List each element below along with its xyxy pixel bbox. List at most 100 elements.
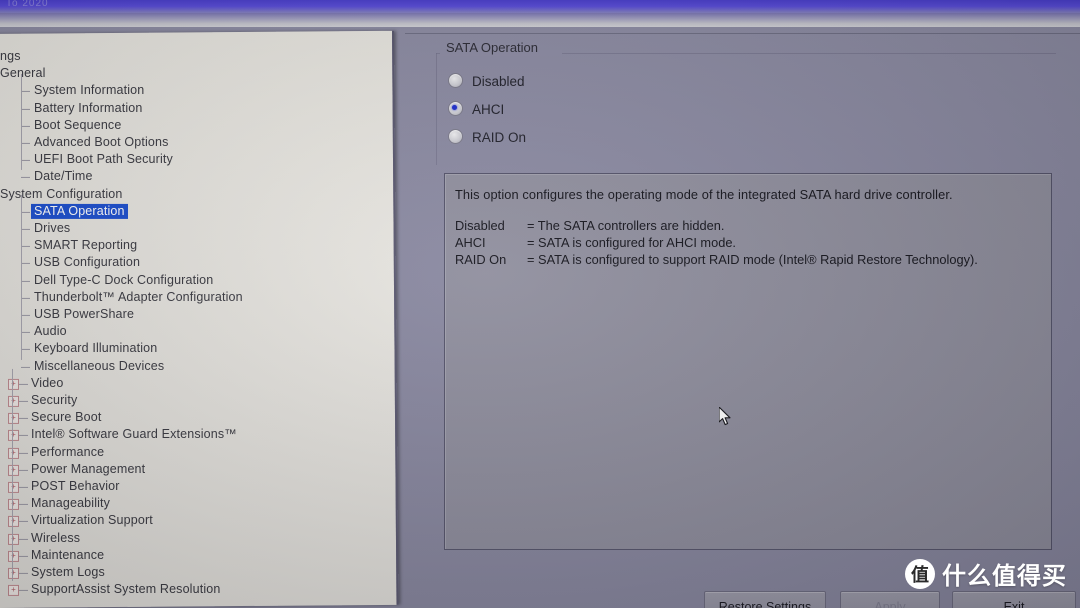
description-row: RAID On = SATA is configured to support R…: [455, 251, 1041, 268]
tree-vertical-line: [11, 368, 13, 582]
tree-item-label: Miscellaneous Devices: [33, 358, 165, 373]
tree-item-sata-operation[interactable]: SATA Operation: [0, 203, 128, 220]
radio-option-disabled[interactable]: Disabled: [448, 72, 525, 92]
tree-item-general[interactable]: General: [0, 65, 46, 82]
expand-plus-icon[interactable]: +: [7, 533, 19, 545]
expand-plus-icon[interactable]: +: [7, 481, 19, 493]
tree-item-miscellaneous-devices[interactable]: Miscellaneous Devices: [0, 358, 164, 375]
tree-connector-line: [20, 280, 30, 282]
tree-connector-line: [18, 469, 28, 471]
radio-button-icon[interactable]: [448, 101, 463, 116]
description-row-value: = SATA is configured for AHCI mode.: [527, 235, 736, 250]
top-header-strip: To 2020: [0, 0, 1080, 14]
tree-item-label: System Information: [33, 83, 145, 98]
tree-item-label: Maintenance: [30, 547, 105, 562]
tree-item-maintenance[interactable]: + Maintenance: [0, 547, 104, 564]
tree-item-label: ngs: [0, 48, 21, 63]
tree-item-boot-sequence[interactable]: Boot Sequence: [0, 117, 121, 134]
expand-plus-icon[interactable]: +: [7, 395, 19, 407]
tree-connector-line: [18, 538, 28, 540]
watermark-badge-icon: 值: [905, 558, 935, 589]
expand-plus-icon[interactable]: +: [7, 567, 19, 579]
tree-item-system-logs[interactable]: + System Logs: [0, 564, 105, 581]
tree-item-label: Thunderbolt™ Adapter Configuration: [33, 289, 243, 304]
tree-item-intel-software-guard-extensions[interactable]: + Intel® Software Guard Extensions™: [0, 426, 237, 443]
tree-connector-line: [18, 452, 28, 454]
tree-item-supportassist-system-resolution[interactable]: + SupportAssist System Resolution: [0, 581, 220, 598]
description-row-key: AHCI: [455, 235, 486, 250]
restore-settings-button[interactable]: Restore Settings: [704, 591, 826, 608]
mouse-cursor-icon: [719, 407, 731, 426]
radio-button-icon[interactable]: [448, 129, 463, 144]
tree-item-label: Security: [30, 392, 78, 407]
tree-item-label: USB Configuration: [33, 255, 141, 270]
tree-item-label: UEFI Boot Path Security: [33, 152, 173, 167]
tree-item-label: Boot Sequence: [33, 117, 122, 132]
tree-connector-line: [20, 142, 30, 144]
tree-item-system-configuration[interactable]: System Configuration: [0, 186, 123, 203]
description-row: AHCI = SATA is configured for AHCI mode.: [455, 234, 1041, 251]
tree-item-virtualization-support[interactable]: + Virtualization Support: [0, 512, 153, 529]
sata-operation-group: SATA Operation Disabled AHCI RAID On: [436, 40, 1056, 165]
tree-item-video[interactable]: + Video: [0, 375, 63, 392]
tree-item-label: Power Management: [30, 461, 146, 476]
tree-connector-line: [18, 486, 28, 488]
exit-button[interactable]: Exit: [952, 591, 1076, 608]
bios-setup-screen: To 2020 ngs General System Information Batt…: [0, 0, 1080, 608]
tree-item-power-management[interactable]: + Power Management: [0, 461, 145, 478]
description-panel: This option configures the operating mod…: [444, 173, 1052, 550]
tree-item-date-time[interactable]: Date/Time: [0, 168, 93, 185]
tree-connector-line: [20, 211, 30, 213]
tree-connector-line: [20, 91, 30, 93]
tree-connector-line: [18, 383, 28, 385]
group-title: SATA Operation: [446, 40, 539, 55]
expand-plus-icon[interactable]: +: [7, 430, 19, 442]
tree-item-audio[interactable]: Audio: [0, 323, 67, 340]
tree-connector-line: [18, 435, 28, 437]
tree-item-uefi-boot-path-security[interactable]: UEFI Boot Path Security: [0, 151, 173, 168]
tree-item-advanced-boot-options[interactable]: Advanced Boot Options: [0, 134, 168, 151]
watermark: 值 什么值得买: [905, 556, 1067, 591]
expand-plus-icon[interactable]: +: [7, 585, 19, 597]
tree-connector-line: [20, 314, 30, 316]
tree-item-keyboard-illumination[interactable]: Keyboard Illumination: [0, 340, 157, 357]
tree-connector-line: [20, 297, 30, 299]
tree-connector-line: [20, 177, 30, 179]
expand-plus-icon[interactable]: +: [7, 378, 19, 390]
tree-vertical-line: [20, 194, 22, 360]
tree-item-label: Intel® Software Guard Extensions™: [30, 427, 237, 442]
tree-item-label: POST Behavior: [30, 478, 120, 493]
radio-option-raid-on[interactable]: RAID On: [448, 128, 526, 148]
apply-button[interactable]: Apply: [840, 591, 940, 608]
tree-connector-line: [18, 555, 28, 557]
tree-item-post-behavior[interactable]: + POST Behavior: [0, 478, 120, 495]
tree-connector-line: [20, 125, 30, 127]
expand-plus-icon[interactable]: +: [7, 550, 19, 562]
radio-option-ahci[interactable]: AHCI: [448, 100, 504, 120]
expand-plus-icon[interactable]: +: [7, 499, 19, 511]
expand-plus-icon[interactable]: +: [7, 516, 19, 528]
tree-item-label: Advanced Boot Options: [33, 134, 169, 149]
tree-item-label: Battery Information: [33, 100, 143, 115]
tree-item-label-selected: SATA Operation: [30, 203, 128, 219]
tree-item-label: Audio: [33, 324, 67, 339]
expand-plus-icon[interactable]: +: [7, 448, 19, 459]
content-top-divider: [405, 33, 1080, 34]
tree-item-drives[interactable]: Drives: [0, 220, 70, 237]
radio-button-icon[interactable]: [448, 73, 463, 88]
tree-item-dell-type-c-dock-configuration[interactable]: Dell Type-C Dock Configuration: [0, 272, 213, 289]
tree-item-label: Keyboard Illumination: [33, 341, 158, 356]
tree-item-thunderbolt-adapter-configuration[interactable]: Thunderbolt™ Adapter Configuration: [0, 289, 243, 306]
tree-item-label: Wireless: [30, 530, 81, 545]
tree-connector-line: [20, 246, 30, 248]
expand-plus-icon[interactable]: +: [7, 464, 19, 476]
expand-plus-icon[interactable]: +: [7, 413, 19, 425]
tree-item-performance[interactable]: + Performance: [0, 444, 104, 461]
tree-item-secure-boot[interactable]: + Secure Boot: [0, 409, 101, 426]
tree-item-ngs[interactable]: ngs: [0, 48, 21, 65]
description-row-key: Disabled: [455, 218, 505, 233]
radio-option-label: AHCI: [472, 102, 505, 117]
tree-item-manageability[interactable]: + Manageability: [0, 495, 110, 512]
tree-connector-line: [18, 400, 28, 402]
tree-item-label: System Logs: [30, 564, 105, 579]
